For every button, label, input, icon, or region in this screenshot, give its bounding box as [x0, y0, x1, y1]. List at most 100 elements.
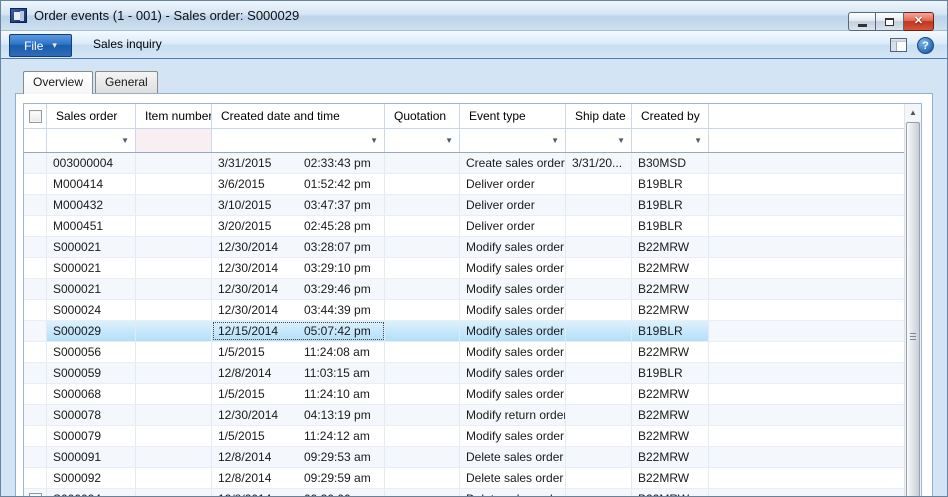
cell-event-type[interactable]: Modify return order — [460, 405, 566, 425]
table-row[interactable]: S0000561/5/201511:24:08 amModify sales o… — [24, 342, 904, 363]
table-row[interactable]: M0004323/10/201503:47:37 pmDeliver order… — [24, 195, 904, 216]
cell-ship-date[interactable] — [566, 489, 632, 497]
cell-created-by[interactable]: B22MRW — [632, 279, 709, 299]
cell-item-number[interactable] — [136, 426, 212, 446]
cell-sales-order[interactable]: S000056 — [47, 342, 136, 362]
select-all-cell[interactable] — [24, 104, 47, 128]
cell-created-datetime[interactable]: 12/30/201403:29:10 pm — [212, 258, 385, 278]
cell-event-type[interactable]: Create sales order — [460, 153, 566, 173]
cell-created-by[interactable]: B22MRW — [632, 447, 709, 467]
cell-filler[interactable] — [709, 195, 904, 215]
cell-ship-date[interactable] — [566, 279, 632, 299]
table-row[interactable]: S00002412/30/201403:44:39 pmModify sales… — [24, 300, 904, 321]
cell-event-type[interactable]: Delete sales order — [460, 489, 566, 497]
cell-filler[interactable] — [709, 426, 904, 446]
column-header-ship-date[interactable]: Ship date — [566, 104, 632, 128]
row-select-cell[interactable] — [24, 279, 47, 299]
cell-item-number[interactable] — [136, 300, 212, 320]
table-row[interactable]: 0030000043/31/201502:33:43 pmCreate sale… — [24, 153, 904, 174]
cell-created-by[interactable]: B19BLR — [632, 195, 709, 215]
row-select-cell[interactable] — [24, 300, 47, 320]
column-header-quotation[interactable]: Quotation — [385, 104, 460, 128]
cell-item-number[interactable] — [136, 447, 212, 467]
cell-event-type[interactable]: Modify sales order — [460, 237, 566, 257]
title-bar[interactable]: Order events (1 - 001) - Sales order: S0… — [1, 1, 947, 31]
cell-ship-date[interactable] — [566, 384, 632, 404]
cell-quotation[interactable] — [385, 174, 460, 194]
filter-dropdown-icon[interactable]: ▼ — [370, 136, 378, 145]
cell-filler[interactable] — [709, 489, 904, 497]
cell-ship-date[interactable] — [566, 195, 632, 215]
row-select-cell[interactable] — [24, 405, 47, 425]
cell-ship-date[interactable] — [566, 300, 632, 320]
cell-quotation[interactable] — [385, 300, 460, 320]
cell-filler[interactable] — [709, 237, 904, 257]
cell-filler[interactable] — [709, 447, 904, 467]
filter-created-datetime[interactable]: ▼ — [212, 129, 385, 152]
cell-created-by[interactable]: B19BLR — [632, 174, 709, 194]
cell-event-type[interactable]: Delete sales order — [460, 447, 566, 467]
table-row[interactable]: S00005912/8/201411:03:15 amModify sales … — [24, 363, 904, 384]
layout-panes-icon[interactable] — [890, 38, 907, 52]
cell-created-by[interactable]: B22MRW — [632, 405, 709, 425]
cell-filler[interactable] — [709, 321, 904, 341]
cell-quotation[interactable] — [385, 489, 460, 497]
filter-sales-order[interactable]: ▼ — [47, 129, 136, 152]
close-button[interactable]: ✕ — [904, 12, 934, 31]
cell-sales-order[interactable]: S000059 — [47, 363, 136, 383]
cell-ship-date[interactable] — [566, 216, 632, 236]
cell-event-type[interactable]: Modify sales order — [460, 342, 566, 362]
filter-item-number[interactable] — [136, 129, 212, 152]
filter-quotation[interactable]: ▼ — [385, 129, 460, 152]
cell-ship-date[interactable] — [566, 363, 632, 383]
cell-created-datetime[interactable]: 3/6/201501:52:42 pm — [212, 174, 385, 194]
row-select-cell[interactable] — [24, 195, 47, 215]
cell-filler[interactable] — [709, 405, 904, 425]
cell-item-number[interactable] — [136, 174, 212, 194]
row-checkbox[interactable] — [29, 493, 42, 497]
cell-created-datetime[interactable]: 12/8/201411:03:15 am — [212, 363, 385, 383]
filter-dropdown-icon[interactable]: ▼ — [121, 136, 129, 145]
table-row[interactable]: S00009412/8/201409:30:00 amDelete sales … — [24, 489, 904, 497]
cell-created-datetime[interactable]: 12/8/201409:30:00 am — [212, 489, 385, 497]
cell-item-number[interactable] — [136, 258, 212, 278]
cell-filler[interactable] — [709, 468, 904, 488]
row-select-cell[interactable] — [24, 216, 47, 236]
cell-quotation[interactable] — [385, 363, 460, 383]
cell-ship-date[interactable] — [566, 237, 632, 257]
cell-filler[interactable] — [709, 363, 904, 383]
cell-created-by[interactable]: B22MRW — [632, 342, 709, 362]
cell-created-datetime[interactable]: 12/30/201403:44:39 pm — [212, 300, 385, 320]
column-header-event-type[interactable]: Event type — [460, 104, 566, 128]
row-select-cell[interactable] — [24, 489, 47, 497]
filter-ship-date[interactable]: ▼ — [566, 129, 632, 152]
cell-event-type[interactable]: Modify sales order — [460, 321, 566, 341]
filter-dropdown-icon[interactable]: ▼ — [445, 136, 453, 145]
cell-item-number[interactable] — [136, 384, 212, 404]
row-select-cell[interactable] — [24, 363, 47, 383]
column-header-item-number[interactable]: Item number — [136, 104, 212, 128]
filter-dropdown-icon[interactable]: ▼ — [694, 136, 702, 145]
cell-created-by[interactable]: B22MRW — [632, 300, 709, 320]
cell-item-number[interactable] — [136, 279, 212, 299]
table-row[interactable]: S00009212/8/201409:29:59 amDelete sales … — [24, 468, 904, 489]
row-select-cell[interactable] — [24, 447, 47, 467]
table-row[interactable]: S00007812/30/201404:13:19 pmModify retur… — [24, 405, 904, 426]
filter-dropdown-icon[interactable]: ▼ — [551, 136, 559, 145]
cell-ship-date[interactable] — [566, 426, 632, 446]
cell-filler[interactable] — [709, 279, 904, 299]
cell-sales-order[interactable]: S000021 — [47, 258, 136, 278]
cell-item-number[interactable] — [136, 468, 212, 488]
column-header-created-by[interactable]: Created by — [632, 104, 709, 128]
help-icon[interactable]: ? — [917, 37, 934, 54]
cell-created-by[interactable]: B30MSD — [632, 153, 709, 173]
scrollbar-thumb[interactable] — [906, 122, 920, 497]
cell-ship-date[interactable] — [566, 468, 632, 488]
scroll-up-icon[interactable]: ▲ — [905, 104, 921, 121]
cell-created-by[interactable]: B19BLR — [632, 321, 709, 341]
column-header-sales-order[interactable]: Sales order — [47, 104, 136, 128]
row-select-cell[interactable] — [24, 258, 47, 278]
row-select-cell[interactable] — [24, 468, 47, 488]
cell-ship-date[interactable] — [566, 321, 632, 341]
cell-filler[interactable] — [709, 216, 904, 236]
